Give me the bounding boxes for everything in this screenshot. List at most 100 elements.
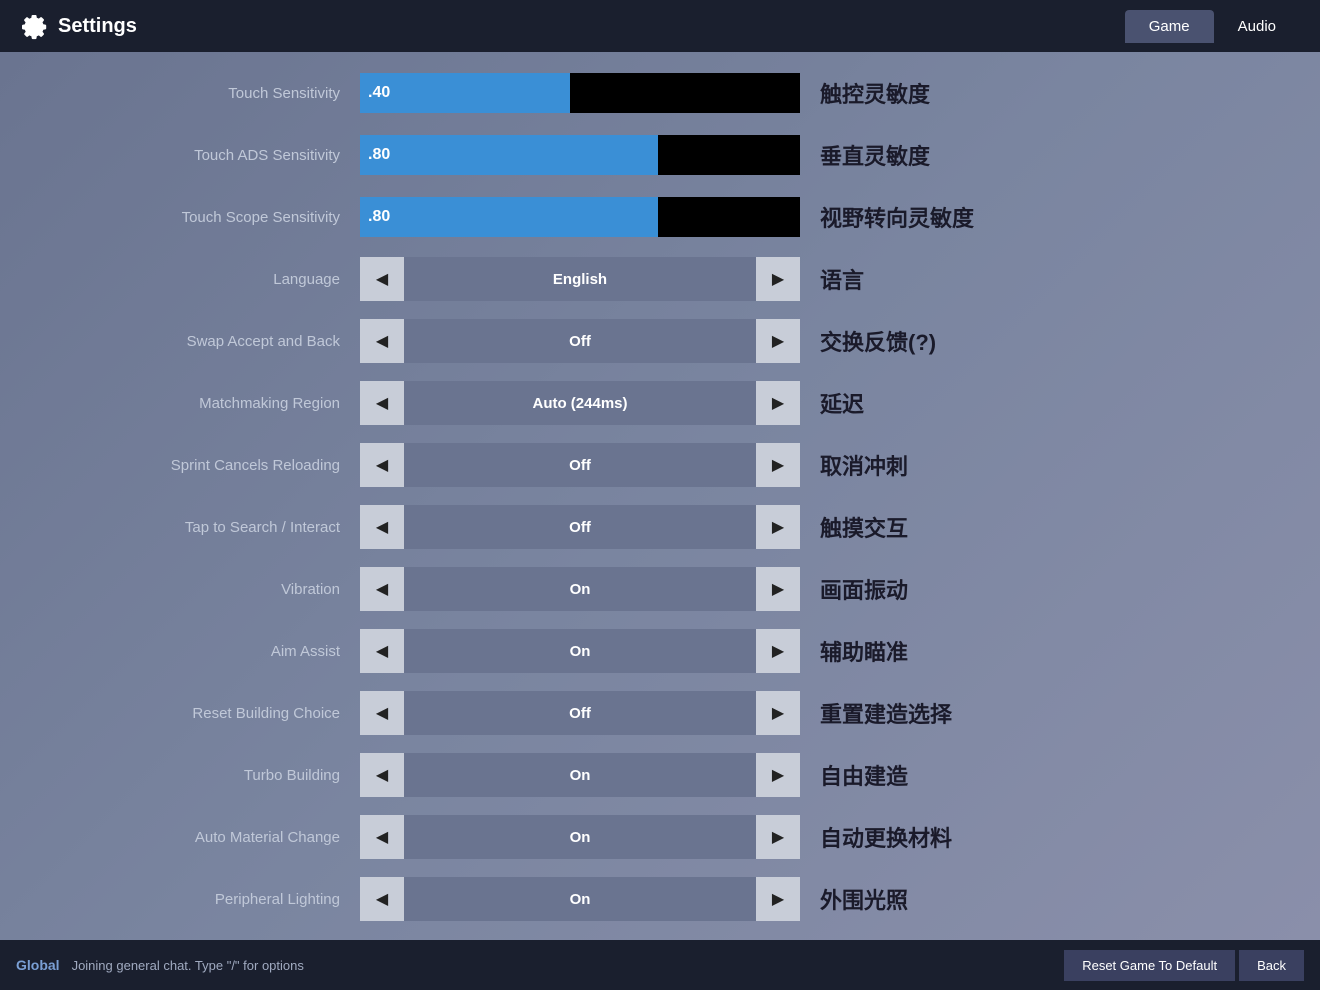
arrow-right-aim-assist[interactable]: ▶ [756,629,800,673]
selector-turbo-building: ◀On▶ [360,753,800,797]
arrow-right-language[interactable]: ▶ [756,257,800,301]
arrow-left-language[interactable]: ◀ [360,257,404,301]
selector-value-turbo-building: On [404,753,756,797]
slider-black-touch-scope-sensitivity [710,197,800,237]
setting-label-tap-to-search: Tap to Search / Interact [20,519,360,536]
chinese-annotation-auto-material-change: 自动更换材料 [800,821,1080,853]
selector-value-reset-building-choice: Off [404,691,756,735]
arrow-left-aim-assist[interactable]: ◀ [360,629,404,673]
slider-touch-ads-sensitivity[interactable]: .80 [360,135,710,175]
arrow-right-turbo-building[interactable]: ▶ [756,753,800,797]
selector-value-auto-material-change: On [404,815,756,859]
setting-row-turbo-building: Turbo Building◀On▶自由建造 [0,744,1320,806]
arrow-right-auto-material-change[interactable]: ▶ [756,815,800,859]
arrow-left-tap-to-search[interactable]: ◀ [360,505,404,549]
selector-sprint-cancels-reloading: ◀Off▶ [360,443,800,487]
slider-touch-scope-sensitivity[interactable]: .80 [360,197,710,237]
slider-black-touch-ads-sensitivity [710,135,800,175]
page-title: Settings [58,15,1125,38]
setting-row-tap-to-search: Tap to Search / Interact◀Off▶触摸交互 [0,496,1320,558]
setting-row-language: Language◀English▶语言 [0,248,1320,310]
selector-value-vibration: On [404,567,756,611]
setting-row-touch-ads-sensitivity: Touch ADS Sensitivity.80 垂直灵敏度 [0,124,1320,186]
tab-audio[interactable]: Audio [1214,10,1300,43]
setting-label-touch-scope-sensitivity: Touch Scope Sensitivity [20,209,360,226]
setting-label-language: Language [20,271,360,288]
arrow-left-turbo-building[interactable]: ◀ [360,753,404,797]
arrow-left-reset-building-choice[interactable]: ◀ [360,691,404,735]
selector-swap-accept-back: ◀Off▶ [360,319,800,363]
setting-row-matchmaking-region: Matchmaking Region◀Auto (244ms)▶延迟 [0,372,1320,434]
arrow-left-matchmaking-region[interactable]: ◀ [360,381,404,425]
chinese-annotation-tap-to-search: 触摸交互 [800,511,1080,543]
tab-game[interactable]: Game [1125,10,1214,43]
chinese-annotation-language: 语言 [800,263,1080,295]
arrow-right-vibration[interactable]: ▶ [756,567,800,611]
arrow-left-peripheral-lighting[interactable]: ◀ [360,877,404,921]
tab-group: Game Audio [1125,10,1300,43]
setting-label-aim-assist: Aim Assist [20,643,360,660]
setting-label-peripheral-lighting: Peripheral Lighting [20,891,360,908]
setting-row-auto-material-change: Auto Material Change◀On▶自动更换材料 [0,806,1320,868]
setting-label-touch-ads-sensitivity: Touch ADS Sensitivity [20,147,360,164]
chinese-annotation-vibration: 画面振动 [800,573,1080,605]
chinese-annotation-aim-assist: 辅助瞄准 [800,635,1080,667]
main-content: Touch Sensitivity.40 触控灵敏度 Touch ADS Sensi… [0,52,1320,940]
setting-row-peripheral-lighting: Peripheral Lighting◀On▶外围光照 [0,868,1320,930]
arrow-right-swap-accept-back[interactable]: ▶ [756,319,800,363]
reset-game-button[interactable]: Reset Game To Default [1064,950,1235,981]
chinese-annotation-swap-accept-back: 交换反馈(?) [800,325,1080,357]
selector-matchmaking-region: ◀Auto (244ms)▶ [360,381,800,425]
top-bar: Settings Game Audio [0,0,1320,52]
setting-row-touch-sensitivity: Touch Sensitivity.40 触控灵敏度 [0,62,1320,124]
selector-value-sprint-cancels-reloading: Off [404,443,756,487]
setting-label-auto-material-change: Auto Material Change [20,829,360,846]
setting-label-sprint-cancels-reloading: Sprint Cancels Reloading [20,457,360,474]
setting-row-vibration: Vibration◀On▶画面振动 [0,558,1320,620]
selector-value-tap-to-search: Off [404,505,756,549]
bottom-bar: Global Joining general chat. Type "/" fo… [0,940,1320,990]
setting-row-aim-assist: Aim Assist◀On▶辅助瞄准 [0,620,1320,682]
setting-label-reset-building-choice: Reset Building Choice [20,705,360,722]
chinese-annotation-sprint-cancels-reloading: 取消冲刺 [800,449,1080,481]
selector-value-language: English [404,257,756,301]
arrow-right-matchmaking-region[interactable]: ▶ [756,381,800,425]
selector-language: ◀English▶ [360,257,800,301]
setting-label-swap-accept-back: Swap Accept and Back [20,333,360,350]
settings-rows: Touch Sensitivity.40 触控灵敏度 Touch ADS Sensi… [0,62,1320,940]
arrow-right-reset-building-choice[interactable]: ▶ [756,691,800,735]
selector-vibration: ◀On▶ [360,567,800,611]
setting-row-swap-accept-back: Swap Accept and Back◀Off▶交换反馈(?) [0,310,1320,372]
arrow-right-tap-to-search[interactable]: ▶ [756,505,800,549]
setting-row-reset-building-choice: Reset Building Choice◀Off▶重置建造选择 [0,682,1320,744]
back-button[interactable]: Back [1239,950,1304,981]
selector-value-aim-assist: On [404,629,756,673]
global-label: Global [16,957,60,973]
chat-message: Joining general chat. Type "/" for optio… [72,958,1065,973]
setting-label-turbo-building: Turbo Building [20,767,360,784]
arrow-left-swap-accept-back[interactable]: ◀ [360,319,404,363]
selector-auto-material-change: ◀On▶ [360,815,800,859]
selector-reset-building-choice: ◀Off▶ [360,691,800,735]
slider-black-touch-sensitivity [710,73,800,113]
setting-label-touch-sensitivity: Touch Sensitivity [20,85,360,102]
arrow-left-vibration[interactable]: ◀ [360,567,404,611]
arrow-right-sprint-cancels-reloading[interactable]: ▶ [756,443,800,487]
slider-touch-sensitivity[interactable]: .40 [360,73,710,113]
arrow-left-auto-material-change[interactable]: ◀ [360,815,404,859]
chinese-annotation-peripheral-lighting: 外围光照 [800,883,1080,915]
setting-row-touch-scope-sensitivity: Touch Scope Sensitivity.80 视野转向灵敏度 [0,186,1320,248]
chinese-annotation-touch-ads-sensitivity: 垂直灵敏度 [800,139,1080,171]
chinese-annotation-matchmaking-region: 延迟 [800,387,1080,419]
arrow-left-sprint-cancels-reloading[interactable]: ◀ [360,443,404,487]
chinese-annotation-touch-sensitivity: 触控灵敏度 [800,77,1080,109]
chinese-annotation-touch-scope-sensitivity: 视野转向灵敏度 [800,201,1080,233]
setting-label-matchmaking-region: Matchmaking Region [20,395,360,412]
bottom-buttons: Reset Game To Default Back [1064,950,1304,981]
chinese-annotation-turbo-building: 自由建造 [800,759,1080,791]
selector-value-peripheral-lighting: On [404,877,756,921]
setting-label-vibration: Vibration [20,581,360,598]
selector-value-swap-accept-back: Off [404,319,756,363]
selector-aim-assist: ◀On▶ [360,629,800,673]
arrow-right-peripheral-lighting[interactable]: ▶ [756,877,800,921]
